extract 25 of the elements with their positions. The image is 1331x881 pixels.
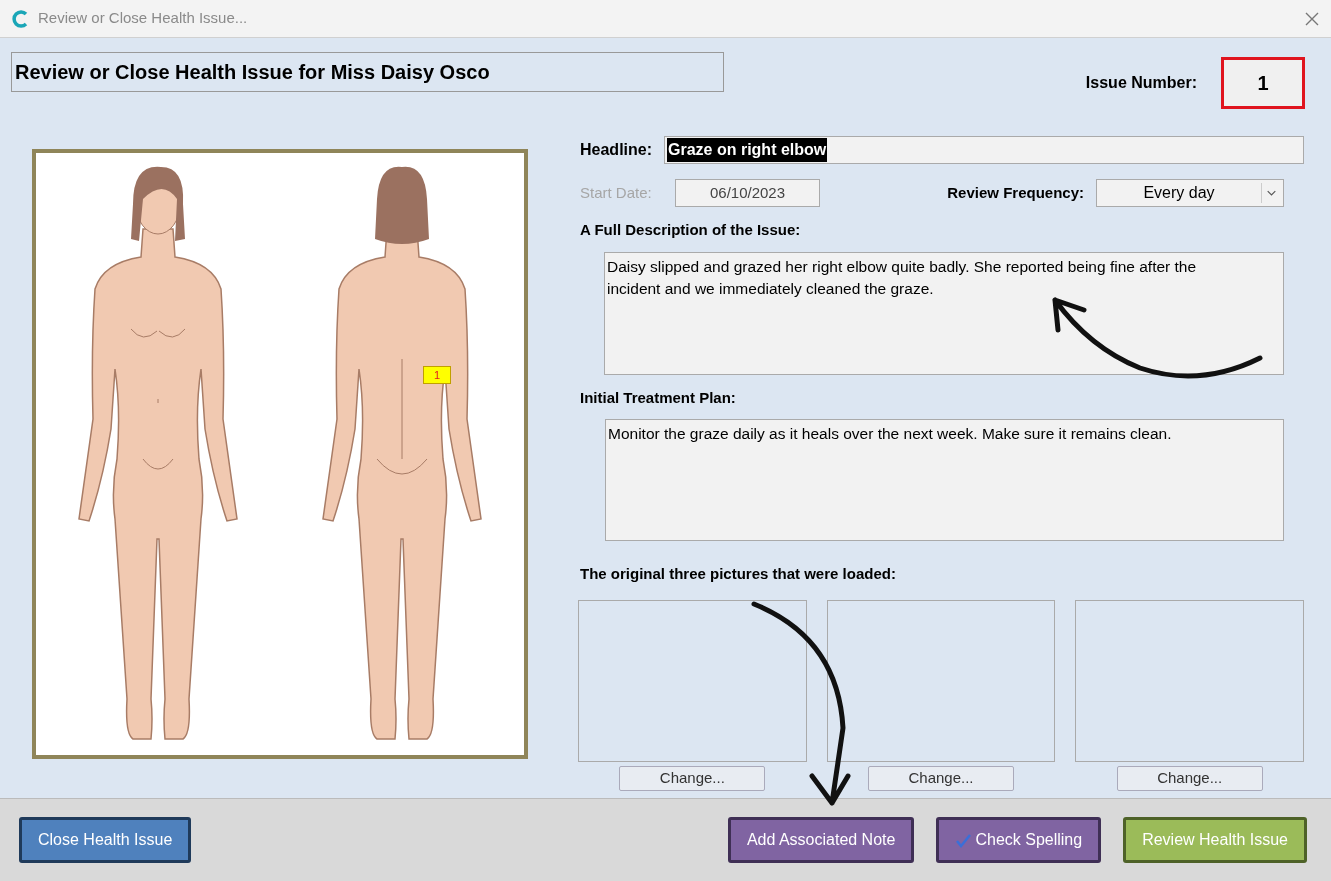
start-date-label: Start Date: xyxy=(580,182,653,203)
review-frequency-dropdown[interactable]: Every day xyxy=(1096,179,1284,207)
issue-number-label: Issue Number: xyxy=(1085,73,1197,93)
body-marker[interactable]: 1 xyxy=(423,366,451,384)
change-picture-button[interactable]: Change... xyxy=(619,765,766,791)
review-frequency-label: Review Frequency: xyxy=(947,182,1084,203)
close-icon[interactable] xyxy=(1305,11,1319,26)
add-note-button[interactable]: Add Associated Note xyxy=(727,817,915,863)
description-label: A Full Description of the Issue: xyxy=(580,220,802,240)
pictures-label: The original three pictures that were loaded: xyxy=(580,564,897,584)
issue-number-value: 1 xyxy=(1221,57,1305,109)
app-logo-icon xyxy=(12,9,30,28)
close-issue-button[interactable]: Close Health Issue xyxy=(19,817,192,863)
spellcheck-icon xyxy=(955,832,972,848)
window-title: Review or Close Health Issue... xyxy=(38,8,248,29)
change-picture-button[interactable]: Change... xyxy=(868,765,1014,791)
headline-value: Graze on right elbow xyxy=(667,138,828,162)
check-spelling-button[interactable]: Check Spelling xyxy=(936,817,1102,863)
description-field[interactable]: Daisy slipped and grazed her right elbow quite badly. She reported being fine after the incident and we immediately cleaned the graze. xyxy=(604,251,1284,375)
headline-field[interactable]: Graze on right elbow xyxy=(664,136,1304,164)
treatment-plan-field[interactable]: Monitor the graze daily as it heals over the next week. Make sure it remains clean. xyxy=(605,419,1284,541)
change-picture-button[interactable]: Change... xyxy=(1116,765,1263,791)
dialog-heading: Review or Close Health Issue for Miss Daisy Osco xyxy=(15,60,490,85)
treatment-plan-label: Initial Treatment Plan: xyxy=(580,387,737,408)
headline-label: Headline: xyxy=(580,140,652,160)
